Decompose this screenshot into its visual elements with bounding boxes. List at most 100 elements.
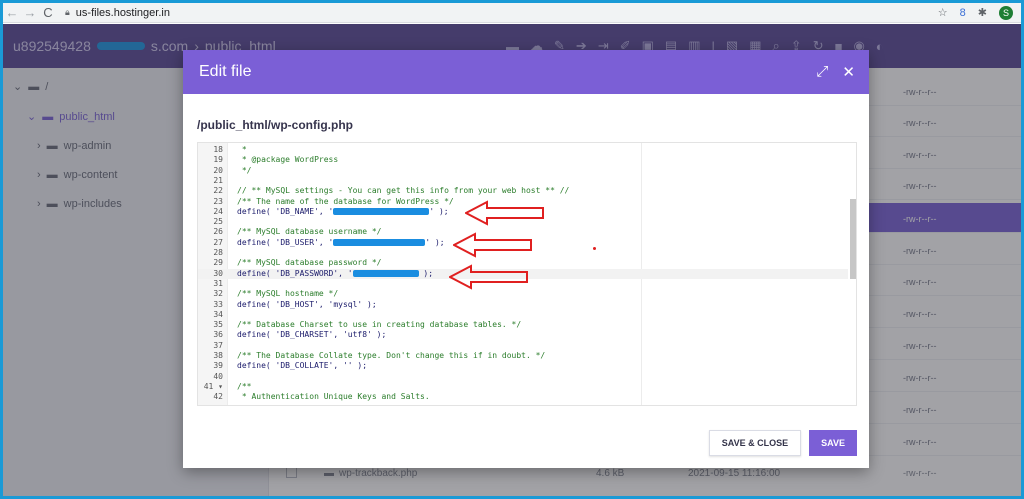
- save-button[interactable]: SAVE: [809, 430, 857, 456]
- file-path: /public_html/wp-config.php: [197, 118, 353, 132]
- code-line: 37: [198, 341, 848, 351]
- code-segment: */: [237, 165, 252, 175]
- code-line: 32 /** MySQL hostname */: [198, 289, 848, 299]
- line-number: 35: [213, 320, 223, 330]
- forward-button[interactable]: →: [21, 5, 39, 20]
- code-text: /** MySQL database username */: [237, 227, 382, 237]
- line-number: 26: [213, 227, 223, 237]
- line-number: 28: [213, 248, 223, 257]
- edit-file-dialog: Edit file ⤢ ✕ /public_html/wp-config.php…: [183, 50, 869, 468]
- lock-icon: 🔒︎: [65, 7, 70, 17]
- editor-scrollbar[interactable]: [850, 199, 856, 279]
- code-text: // ** MySQL settings - You can get this …: [237, 186, 569, 196]
- code-segment: /**: [237, 381, 252, 391]
- code-segment: /** The Database Collate type. Don't cha…: [237, 351, 546, 360]
- code-segment: ' );: [429, 206, 449, 216]
- code-text: /** The name of the database for WordPre…: [237, 197, 454, 207]
- code-segment: * @package WordPress: [237, 155, 339, 165]
- line-number: 20: [213, 165, 223, 175]
- line-number: 18: [213, 145, 223, 154]
- line-number: 25: [213, 217, 223, 227]
- annotation-arrow-db-name: [465, 200, 544, 226]
- code-segment: /** The name of the database for WordPre…: [237, 196, 454, 206]
- line-number: 24: [213, 206, 223, 216]
- fullscreen-icon[interactable]: ⤢: [816, 63, 828, 81]
- code-text: define( 'DB_USER', ' ' );: [237, 238, 445, 248]
- code-text: define( 'DB_PASSWORD', ' );: [237, 269, 433, 279]
- redaction-mark: [352, 269, 419, 277]
- reload-button[interactable]: C: [39, 5, 57, 20]
- dialog-header: Edit file ⤢ ✕: [183, 50, 869, 94]
- line-number: 40: [213, 371, 223, 381]
- line-number: 22: [213, 186, 223, 196]
- code-text: /** MySQL hostname */: [237, 289, 338, 299]
- screenshot-frame: ← → C 🔒︎ us-files.hostinger.in ☆ 8 ✱ S u…: [3, 3, 1021, 496]
- line-number: 38: [213, 351, 223, 360]
- line-number: 29: [213, 258, 223, 268]
- code-text: /** The Database Collate type. Don't cha…: [237, 351, 545, 361]
- code-segment: /** MySQL hostname */: [237, 289, 339, 299]
- code-segment: /** Database Charset to use in creating …: [237, 320, 522, 330]
- code-segment: /** MySQL database username */: [237, 227, 382, 237]
- line-number: 27: [213, 237, 223, 247]
- code-line: 21: [198, 176, 848, 186]
- close-icon[interactable]: ✕: [842, 63, 855, 81]
- code-segment: );: [418, 268, 434, 278]
- line-number: 32: [213, 289, 223, 299]
- line-number: 21: [213, 175, 223, 185]
- line-number: 19: [213, 155, 223, 165]
- code-line: 34: [198, 310, 848, 320]
- line-number: 37: [213, 340, 223, 350]
- line-number: 31: [213, 278, 223, 288]
- save-and-close-button[interactable]: SAVE & CLOSE: [708, 430, 802, 456]
- code-segment: define( 'DB_NAME', ': [237, 206, 334, 216]
- code-segment: define( 'DB_USER', ': [237, 237, 334, 247]
- code-text: define( 'DB_COLLATE', '' );: [237, 361, 367, 371]
- code-text: define( 'DB_CHARSET', 'utf8' );: [237, 330, 386, 340]
- code-segment: // ** MySQL settings - You can get this …: [237, 186, 570, 196]
- profile-avatar[interactable]: S: [999, 5, 1013, 20]
- line-number: 39: [213, 361, 223, 371]
- code-line: 33 define( 'DB_HOST', 'mysql' );: [198, 300, 848, 310]
- browser-toolbar: ← → C 🔒︎ us-files.hostinger.in ☆ 8 ✱ S: [3, 3, 1021, 23]
- code-line: 36 define( 'DB_CHARSET', 'utf8' );: [198, 330, 848, 340]
- code-text: */: [237, 165, 252, 176]
- extension-icon[interactable]: 8: [960, 7, 966, 19]
- annotation-arrow-db-user: [453, 232, 532, 258]
- line-number: 33: [213, 299, 223, 309]
- code-line: 39 define( 'DB_COLLATE', '' );: [198, 361, 848, 371]
- line-number: 42: [213, 392, 223, 402]
- code-segment: define( 'DB_HOST', 'mysql' );: [237, 299, 377, 309]
- code-segment: *: [237, 145, 247, 154]
- code-line: 35 /** Database Charset to use in creatin…: [198, 320, 848, 330]
- code-text: /** Database Charset to use in creating …: [237, 320, 521, 330]
- code-segment: /** MySQL database password */: [237, 258, 382, 268]
- code-text: * Authentication Unique Keys and Salts.: [237, 392, 430, 402]
- code-text: *: [237, 145, 247, 155]
- line-number: 41 ▾: [203, 381, 223, 391]
- code-text: * @package WordPress: [237, 155, 338, 165]
- line-number: 23: [213, 196, 223, 206]
- redaction-mark: [333, 207, 430, 215]
- code-line: 19 * @package WordPress: [198, 155, 848, 165]
- code-line: 20 */: [198, 166, 848, 176]
- code-segment: ' );: [425, 237, 445, 247]
- code-text: define( 'DB_NAME', ' ' );: [237, 207, 449, 217]
- back-button[interactable]: ←: [3, 5, 21, 20]
- code-line: 38 /** The Database Collate type. Don't c…: [198, 351, 848, 361]
- code-segment: define( 'DB_PASSWORD', ': [237, 268, 353, 278]
- code-line: 41 ▾ /**: [198, 382, 848, 392]
- dialog-title: Edit file: [199, 63, 252, 80]
- code-line: 42 * Authentication Unique Keys and Salt…: [198, 392, 848, 402]
- puzzle-extensions-icon[interactable]: ✱: [978, 6, 987, 19]
- code-text: /**: [237, 382, 251, 392]
- url-text: us-files.hostinger.in: [75, 6, 170, 19]
- redaction-mark: [333, 238, 426, 246]
- code-segment: define( 'DB_COLLATE', '' );: [237, 361, 368, 371]
- line-number: 34: [213, 309, 223, 319]
- annotation-dot: [593, 247, 596, 250]
- code-segment: define( 'DB_CHARSET', 'utf8' );: [237, 330, 387, 340]
- bookmark-star-icon[interactable]: ☆: [938, 6, 948, 19]
- code-segment: * Authentication Unique Keys and Salts.: [237, 392, 430, 402]
- address-bar[interactable]: 🔒︎ us-files.hostinger.in: [65, 7, 170, 19]
